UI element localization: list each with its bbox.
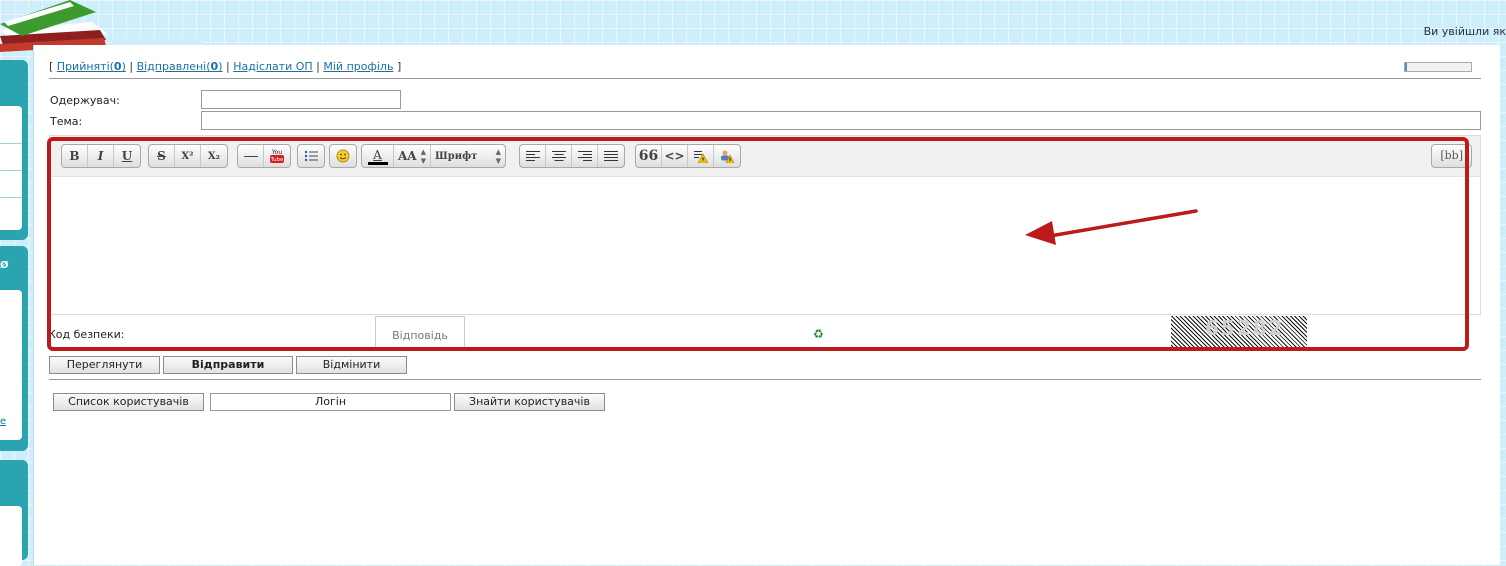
user-list-button[interactable]: Список користувачів <box>53 393 204 411</box>
sidebar-block-2: Ø е <box>0 246 28 451</box>
smile-icon[interactable] <box>330 145 356 167</box>
svg-text:You: You <box>271 149 283 156</box>
main-panel: [ Прийняті(0) | Відправлені(0) | Надісла… <box>33 45 1500 565</box>
spoiler-icon[interactable] <box>688 145 714 167</box>
youtube-icon[interactable]: You Tube <box>264 145 290 167</box>
code-icon[interactable]: <> <box>662 145 688 167</box>
recipient-label: Одержувач: <box>50 94 120 107</box>
font-select-icon[interactable]: Шрифт ▲ ▼ <box>431 145 505 167</box>
block-group: 66 <> <box>635 144 741 168</box>
message-editor: B I U S X² X₂ You Tube A AA ▲ ▼ Шрифт ▲ … <box>49 135 1481 315</box>
editor-toolbar: B I U S X² X₂ You Tube A AA ▲ ▼ Шрифт ▲ … <box>50 136 1480 177</box>
align-right-icon[interactable] <box>572 145 598 167</box>
captcha-answer-input[interactable]: Відповідь <box>375 316 465 348</box>
divider-bottom <box>49 379 1481 380</box>
login-search-input[interactable]: Логін <box>210 393 451 411</box>
underline-icon[interactable]: U <box>114 145 140 167</box>
captcha-image: 65282 <box>1171 316 1307 350</box>
subject-input[interactable] <box>201 111 1481 130</box>
preview-button[interactable]: Переглянути <box>49 356 160 374</box>
divider-top <box>49 78 1481 79</box>
font-size-icon[interactable]: AA ▲ ▼ <box>394 145 432 167</box>
hr-icon[interactable] <box>238 145 264 167</box>
annotation-arrow <box>1025 209 1198 245</box>
welcome-text: Ви увійшли як <box>1423 25 1506 38</box>
sidebar-block-1 <box>0 60 28 240</box>
refresh-captcha-icon[interactable]: ♻ <box>813 327 824 341</box>
sent-link[interactable]: Відправлені(0) <box>137 60 223 73</box>
received-link[interactable]: Прийняті(0) <box>57 60 126 73</box>
script-group: S X² X₂ <box>148 144 228 168</box>
sidebar-block-3 <box>0 460 28 566</box>
sidebar-link[interactable]: е <box>0 416 6 427</box>
subject-label: Тема: <box>50 115 83 128</box>
send-message-link[interactable]: Надіслати ОП <box>233 60 312 73</box>
bb-mode-button[interactable]: [bb] <box>1431 144 1472 168</box>
strikethrough-icon[interactable]: S <box>149 145 175 167</box>
hide-icon[interactable] <box>714 145 740 167</box>
my-profile-link[interactable]: Мій профіль <box>323 60 393 73</box>
align-center-icon[interactable] <box>546 145 572 167</box>
align-justify-icon[interactable] <box>598 145 624 167</box>
list-icon[interactable] <box>298 145 324 167</box>
message-nav: [ Прийняті(0) | Відправлені(0) | Надісла… <box>49 60 402 73</box>
mailbox-progress <box>1404 62 1472 72</box>
format-group: B I U <box>61 144 141 168</box>
security-code-label: Код безпеки: <box>48 328 125 341</box>
cancel-button[interactable]: Відмінити <box>296 356 407 374</box>
align-group <box>519 144 625 168</box>
message-textarea[interactable] <box>50 177 1480 314</box>
font-color-icon[interactable]: A <box>362 145 394 167</box>
recipient-input[interactable] <box>201 90 401 109</box>
superscript-icon[interactable]: X² <box>175 145 201 167</box>
svg-text:Tube: Tube <box>270 157 285 163</box>
italic-icon[interactable]: I <box>88 145 114 167</box>
insert-group: You Tube <box>237 144 291 168</box>
bold-icon[interactable]: B <box>62 145 88 167</box>
font-group: A AA ▲ ▼ Шрифт ▲ ▼ <box>361 144 507 168</box>
send-button[interactable]: Відправити <box>163 356 293 374</box>
quote-icon[interactable]: 66 <box>636 145 662 167</box>
subscript-icon[interactable]: X₂ <box>201 145 227 167</box>
find-users-button[interactable]: Знайти користувачів <box>454 393 605 411</box>
smile-group <box>329 144 357 168</box>
align-left-icon[interactable] <box>520 145 546 167</box>
list-group <box>297 144 325 168</box>
